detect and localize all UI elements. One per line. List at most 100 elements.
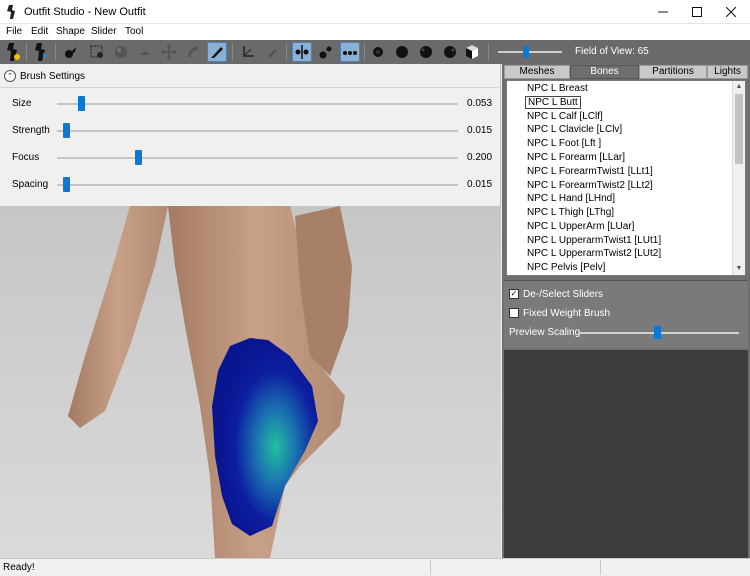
strength-label: Strength	[12, 125, 50, 136]
focus-slider[interactable]	[57, 157, 458, 159]
list-item[interactable]: NPC L Forearm [LLar]	[525, 151, 627, 164]
fov-slider-track[interactable]	[498, 51, 562, 53]
inflate-brush-button[interactable]	[111, 42, 131, 62]
move-brush-button[interactable]	[159, 42, 179, 62]
spacing-value: 0.015	[467, 179, 493, 190]
size-slider-row: Size 0.053	[0, 96, 501, 112]
strength-slider[interactable]	[57, 130, 458, 132]
collapse-icon[interactable]: ⌃	[4, 70, 16, 82]
spacing-slider-row: Spacing 0.015	[0, 177, 501, 193]
brush-settings-title: Brush Settings	[20, 70, 86, 82]
scroll-down-icon[interactable]: ▼	[733, 263, 745, 275]
pencil-icon	[268, 49, 277, 58]
tab-meshes[interactable]: Meshes	[504, 65, 570, 79]
weight-brush-button[interactable]	[207, 42, 227, 62]
transform-axes-icon	[243, 46, 254, 57]
list-item[interactable]: NPC L ForearmTwist1 [LLt1]	[525, 165, 655, 178]
connected-only-button[interactable]	[316, 42, 336, 62]
new-project-icon	[7, 43, 20, 61]
list-item[interactable]: NPC L Clavicle [LClv]	[525, 123, 624, 136]
bones-list: NPC L Breast NPC L Butt NPC L Calf [LClf…	[506, 80, 746, 276]
preview-scaling-label: Preview Scaling	[509, 326, 581, 338]
deflate-brush-button[interactable]	[135, 42, 155, 62]
size-slider[interactable]	[57, 103, 458, 105]
3d-viewport[interactable]	[0, 206, 501, 558]
list-item[interactable]: NPC L Butt	[525, 96, 581, 109]
preview-scaling-row: Preview Scaling	[509, 325, 580, 339]
list-item[interactable]: NPC L Calf [LClf]	[525, 110, 605, 123]
dot-large-icon	[396, 46, 408, 58]
status-text: Ready!	[3, 562, 35, 573]
scroll-up-icon[interactable]: ▲	[733, 81, 745, 93]
empty-panel-area	[504, 350, 748, 558]
weight-brush-icon	[211, 47, 223, 58]
fixed-weight-brush-option[interactable]: Fixed Weight Brush	[509, 306, 610, 320]
pivot-button[interactable]	[262, 42, 282, 62]
size-value: 0.053	[467, 98, 493, 109]
close-button[interactable]	[714, 0, 748, 24]
maximize-button[interactable]	[680, 0, 714, 24]
dot-right-icon	[444, 46, 456, 58]
list-item[interactable]: NPC L Hand [LHnd]	[525, 192, 617, 205]
tab-partitions[interactable]: Partitions	[639, 65, 707, 79]
size-label: Size	[12, 98, 32, 109]
fov-label: Field of View: 65	[575, 46, 649, 57]
close-icon	[726, 7, 736, 17]
focus-value: 0.200	[467, 152, 493, 163]
transform-button[interactable]	[238, 42, 258, 62]
spacing-slider-thumb[interactable]	[63, 177, 70, 192]
menu-edit[interactable]: Edit	[31, 26, 48, 37]
focus-slider-thumb[interactable]	[135, 150, 142, 165]
size-slider-thumb[interactable]	[78, 96, 85, 111]
list-item[interactable]: NPC L Breast	[525, 82, 590, 95]
new-project-button[interactable]	[3, 42, 23, 62]
menu-slider[interactable]: Slider	[91, 26, 117, 37]
list-item[interactable]: NPC L UpperarmTwist2 [LUt2]	[525, 247, 663, 260]
view-back-button[interactable]	[392, 42, 412, 62]
deselect-sliders-label: De-/Select Sliders	[523, 288, 604, 300]
minimize-button[interactable]	[646, 0, 680, 24]
title-bar: Outfit Studio - New Outfit	[0, 0, 750, 24]
focus-label: Focus	[12, 152, 40, 163]
view-right-button[interactable]	[440, 42, 460, 62]
bone-options: ✓ De-/Select Sliders Fixed Weight Brush …	[504, 280, 748, 348]
strength-slider-thumb[interactable]	[63, 123, 70, 138]
view-perspective-button[interactable]	[462, 42, 482, 62]
select-brush-button[interactable]	[61, 42, 81, 62]
list-item[interactable]: NPC L ForearmTwist2 [LLt2]	[525, 179, 655, 192]
outfit-icon	[35, 43, 48, 61]
list-item[interactable]: NPC L UpperarmTwist1 [LUt1]	[525, 234, 663, 247]
mirror-icon	[295, 45, 309, 59]
list-item[interactable]: NPC L Thigh [LThg]	[525, 206, 616, 219]
mask-brush-button[interactable]	[87, 42, 107, 62]
spacing-slider[interactable]	[57, 184, 458, 186]
minimize-icon	[658, 11, 668, 13]
load-outfit-button[interactable]	[31, 42, 51, 62]
fixed-weight-brush-checkbox[interactable]	[509, 308, 519, 318]
deselect-sliders-checkbox[interactable]: ✓	[509, 289, 519, 299]
fixed-weight-brush-label: Fixed Weight Brush	[523, 307, 611, 319]
deselect-sliders-option[interactable]: ✓ De-/Select Sliders	[509, 287, 603, 301]
list-item[interactable]: NPC Pelvis [Pelv]	[525, 261, 607, 274]
list-item[interactable]: NPC L Foot [Lft ]	[525, 137, 603, 150]
x-mirror-dots-button[interactable]	[340, 42, 360, 62]
fov-slider-thumb[interactable]	[523, 46, 529, 58]
mirror-x-button[interactable]	[292, 42, 312, 62]
menu-shape[interactable]: Shape	[56, 26, 85, 37]
smooth-brush-button[interactable]	[183, 42, 203, 62]
menu-tool[interactable]: Tool	[125, 26, 143, 37]
view-front-button[interactable]	[368, 42, 388, 62]
bones-scrollbar[interactable]: ▲ ▼	[732, 81, 745, 275]
preview-scaling-thumb[interactable]	[654, 326, 661, 339]
scrollbar-thumb[interactable]	[735, 94, 743, 164]
menu-file[interactable]: File	[6, 26, 22, 37]
inflate-brush-icon	[115, 46, 127, 58]
focus-slider-row: Focus 0.200	[0, 150, 501, 166]
brush-settings-header[interactable]: ⌃ Brush Settings	[4, 69, 85, 83]
tab-lights[interactable]: Lights	[707, 65, 748, 79]
view-left-button[interactable]	[416, 42, 436, 62]
dot-small-icon	[373, 47, 383, 57]
tab-bones[interactable]: Bones	[570, 65, 639, 79]
list-item[interactable]: NPC L UpperArm [LUar]	[525, 220, 636, 233]
three-dots-icon	[343, 51, 357, 55]
